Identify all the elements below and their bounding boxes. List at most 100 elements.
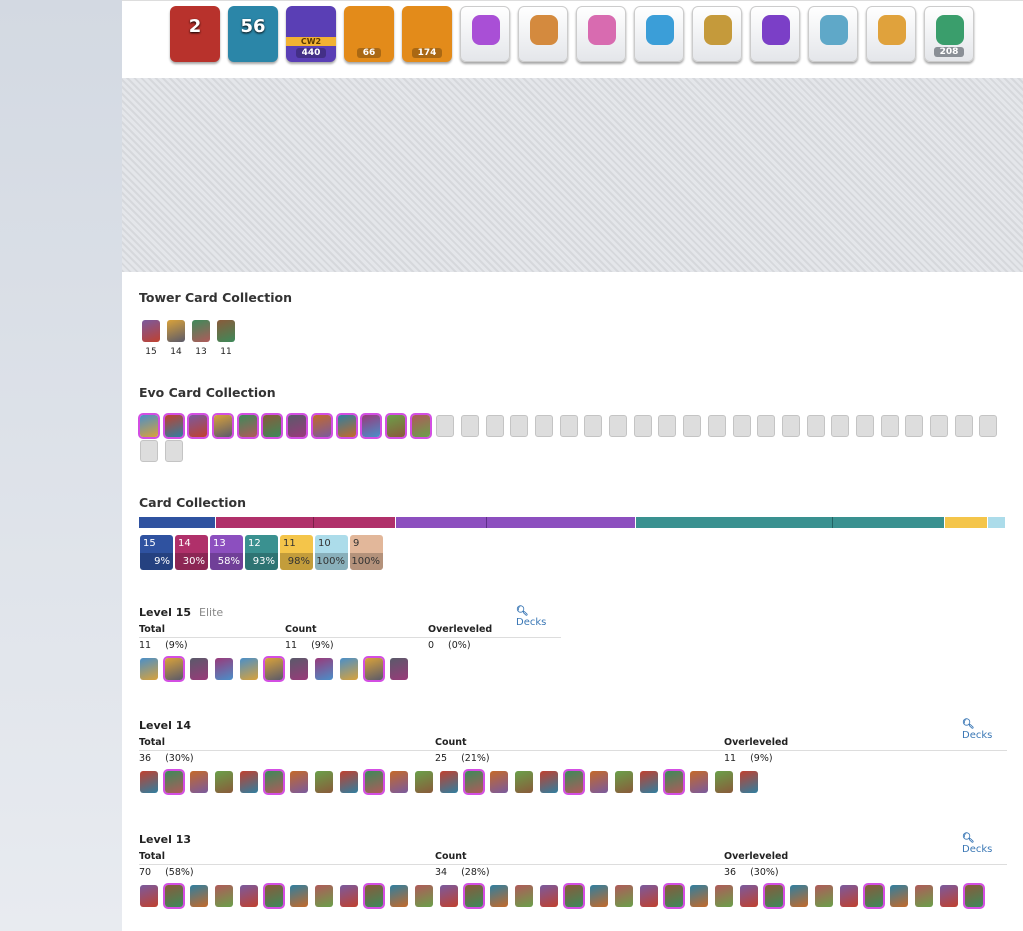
card-icon[interactable] <box>315 771 333 793</box>
card-icon[interactable] <box>765 885 783 907</box>
card-icon[interactable] <box>915 885 933 907</box>
card-icon[interactable] <box>265 771 283 793</box>
card-icon[interactable] <box>415 885 433 907</box>
card-icon[interactable] <box>365 771 383 793</box>
card-icon[interactable] <box>615 885 633 907</box>
card-icon[interactable] <box>565 885 583 907</box>
card-icon[interactable] <box>732 415 751 437</box>
card-icon[interactable] <box>165 771 183 793</box>
profile-badge[interactable] <box>634 6 684 62</box>
profile-badge[interactable]: 2 <box>170 6 220 62</box>
card-icon[interactable] <box>189 415 208 437</box>
card-icon[interactable] <box>740 885 758 907</box>
card-icon[interactable] <box>640 771 658 793</box>
card-icon[interactable] <box>164 415 183 437</box>
card-icon[interactable] <box>340 885 358 907</box>
card-icon[interactable] <box>880 415 899 437</box>
profile-badge[interactable] <box>750 6 800 62</box>
card-icon[interactable] <box>865 885 883 907</box>
card-icon[interactable] <box>290 771 308 793</box>
card-icon[interactable] <box>515 771 533 793</box>
card-icon[interactable] <box>790 885 808 907</box>
profile-badge[interactable] <box>692 6 742 62</box>
card-icon[interactable] <box>510 415 529 437</box>
card-icon[interactable] <box>214 415 233 437</box>
card-icon[interactable] <box>386 415 405 437</box>
card-icon[interactable] <box>485 415 504 437</box>
card-icon[interactable] <box>940 885 958 907</box>
card-icon[interactable] <box>140 440 158 462</box>
card-icon[interactable] <box>265 885 283 907</box>
profile-badge[interactable] <box>576 6 626 62</box>
card-icon[interactable] <box>515 885 533 907</box>
card-icon[interactable] <box>465 885 483 907</box>
card-icon[interactable] <box>288 415 307 437</box>
tower-card[interactable]: 13 <box>191 320 211 357</box>
level-filter-14[interactable]: 14 30% <box>175 535 208 570</box>
card-icon[interactable] <box>140 658 158 680</box>
card-icon[interactable] <box>192 320 210 342</box>
card-icon[interactable] <box>390 658 408 680</box>
card-icon[interactable] <box>164 440 183 462</box>
card-icon[interactable] <box>215 885 233 907</box>
card-icon[interactable] <box>240 885 258 907</box>
card-icon[interactable] <box>757 415 776 437</box>
profile-badge[interactable] <box>808 6 858 62</box>
profile-badge[interactable]: 208 <box>924 6 974 62</box>
card-icon[interactable] <box>215 771 233 793</box>
card-icon[interactable] <box>140 415 158 437</box>
card-icon[interactable] <box>312 415 331 437</box>
card-icon[interactable] <box>240 771 258 793</box>
level-filter-15[interactable]: 15 9% <box>140 535 173 570</box>
card-icon[interactable] <box>415 771 433 793</box>
card-icon[interactable] <box>490 885 508 907</box>
card-icon[interactable] <box>540 771 558 793</box>
card-icon[interactable] <box>707 415 726 437</box>
card-icon[interactable] <box>609 415 628 437</box>
profile-badge[interactable] <box>460 6 510 62</box>
card-icon[interactable] <box>290 658 308 680</box>
profile-badge[interactable]: 174 <box>402 6 452 62</box>
card-icon[interactable] <box>965 885 983 907</box>
profile-badge[interactable] <box>518 6 568 62</box>
card-icon[interactable] <box>535 415 553 437</box>
card-icon[interactable] <box>390 885 408 907</box>
card-icon[interactable] <box>263 415 282 437</box>
card-icon[interactable] <box>855 415 874 437</box>
card-icon[interactable] <box>905 415 924 437</box>
card-icon[interactable] <box>436 415 455 437</box>
card-icon[interactable] <box>140 771 158 793</box>
card-icon[interactable] <box>411 415 430 437</box>
card-icon[interactable] <box>890 885 908 907</box>
card-icon[interactable] <box>167 320 185 342</box>
card-icon[interactable] <box>165 658 183 680</box>
card-icon[interactable] <box>781 415 800 437</box>
card-icon[interactable] <box>683 415 702 437</box>
card-icon[interactable] <box>615 771 633 793</box>
card-icon[interactable] <box>340 658 358 680</box>
card-icon[interactable] <box>340 771 358 793</box>
card-icon[interactable] <box>290 885 308 907</box>
card-icon[interactable] <box>633 415 652 437</box>
card-icon[interactable] <box>165 885 183 907</box>
card-icon[interactable] <box>190 658 208 680</box>
card-icon[interactable] <box>490 771 508 793</box>
card-icon[interactable] <box>665 771 683 793</box>
level-filter-13[interactable]: 13 58% <box>210 535 243 570</box>
card-icon[interactable] <box>362 415 381 437</box>
card-icon[interactable] <box>806 415 825 437</box>
card-icon[interactable] <box>565 771 583 793</box>
card-icon[interactable] <box>930 415 948 437</box>
card-icon[interactable] <box>954 415 973 437</box>
card-icon[interactable] <box>831 415 850 437</box>
card-icon[interactable] <box>690 771 708 793</box>
card-icon[interactable] <box>315 658 333 680</box>
card-icon[interactable] <box>979 415 998 437</box>
card-icon[interactable] <box>584 415 603 437</box>
card-icon[interactable] <box>440 885 458 907</box>
card-icon[interactable] <box>365 658 383 680</box>
card-icon[interactable] <box>540 885 558 907</box>
level-filter-11[interactable]: 11 98% <box>280 535 313 570</box>
profile-badge[interactable] <box>866 6 916 62</box>
card-icon[interactable] <box>590 771 608 793</box>
